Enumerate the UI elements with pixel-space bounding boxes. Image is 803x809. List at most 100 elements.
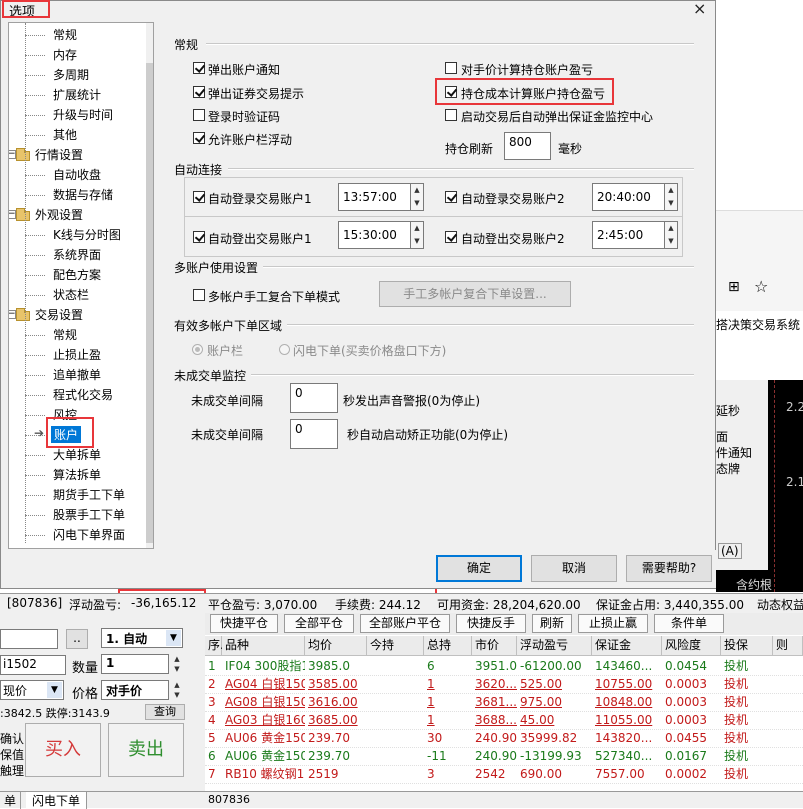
tab-order[interactable]: 单 — [0, 792, 22, 809]
tree-item[interactable]: 状态栏 — [53, 286, 89, 303]
checkbox-auto-login-2[interactable] — [445, 191, 457, 203]
ok-button[interactable]: 确定 — [436, 555, 522, 582]
status-available: 可用资金: 28,204,620.00 — [437, 598, 581, 612]
checkbox-cost-based-pl[interactable] — [445, 86, 457, 98]
close-icon[interactable]: × — [693, 0, 706, 18]
grid-header[interactable]: 今持 — [367, 636, 424, 656]
tree-item[interactable]: 升级与时间 — [53, 106, 113, 123]
tree-item[interactable]: 其他 — [53, 126, 77, 143]
order-code-input[interactable]: i1502 — [0, 655, 66, 675]
sell-button[interactable]: 卖出 — [108, 723, 184, 777]
tree-item[interactable]: 内存 — [53, 46, 77, 63]
qty-spinner[interactable]: ▲ ▼ — [170, 654, 184, 674]
tree-item[interactable]: 追单撤单 — [53, 366, 101, 383]
checkbox-auto-logout-2[interactable] — [445, 231, 457, 243]
tree-item[interactable]: 闪电下单界面 — [53, 526, 125, 543]
symbol-browse-button[interactable]: .. — [66, 629, 88, 649]
tree-item[interactable]: 多周期 — [53, 66, 89, 83]
spinner-auto-login-1[interactable]: ▲ ▼ — [410, 183, 424, 211]
input-auto-login-2-time[interactable]: 20:40:00 — [592, 183, 666, 211]
table-cell: 7557.00 — [595, 767, 645, 781]
quick-close-button[interactable]: 快捷平仓 — [210, 614, 278, 633]
checkbox-login-captcha[interactable] — [193, 109, 205, 121]
buy-button[interactable]: 买入 — [25, 723, 101, 777]
tree-collapse-icon[interactable]: − — [9, 210, 16, 219]
table-cell: AG08 白银1508 — [225, 695, 305, 709]
table-cell: 3681... — [475, 695, 517, 709]
grid-header[interactable]: 投保 — [721, 636, 773, 656]
spinner-auto-logout-1[interactable]: ▲ ▼ — [410, 221, 424, 249]
input-unfilled-interval-1[interactable]: 0 — [290, 383, 338, 413]
radio-account-bar[interactable] — [192, 344, 203, 355]
tree-item[interactable]: 程式化交易 — [53, 386, 113, 403]
order-symbol-input[interactable] — [0, 629, 58, 649]
spinner-auto-login-2[interactable]: ▲ ▼ — [664, 183, 678, 211]
grid-header[interactable]: 则 — [773, 636, 803, 656]
checkbox-auto-logout-1[interactable] — [193, 231, 205, 243]
scrollbar-thumb[interactable] — [146, 63, 153, 543]
input-position-refresh[interactable]: 800 — [504, 132, 551, 160]
tree-item[interactable]: 大单拆单 — [53, 446, 101, 463]
tree-item[interactable]: 系统界面 — [53, 246, 101, 263]
tree-item[interactable]: 常规 — [53, 326, 77, 343]
checkbox-margin-monitor[interactable] — [445, 109, 457, 121]
tree-item[interactable]: K线与分时图 — [53, 226, 121, 243]
checkbox-account-float[interactable] — [193, 132, 205, 144]
tab-lightning-order[interactable]: 闪电下单 — [26, 792, 88, 809]
close-all-button[interactable]: 全部平仓 — [284, 614, 354, 633]
cancel-button[interactable]: 取消 — [531, 555, 617, 582]
grid-header[interactable]: 品种 — [222, 636, 305, 656]
input-auto-logout-1-time[interactable]: 15:30:00 — [338, 221, 412, 249]
multi-account-settings-button[interactable]: 手工多帐户复合下单设置... — [379, 281, 571, 307]
checkbox-counter-price-pl[interactable] — [445, 62, 457, 74]
tree-item[interactable]: 风控 — [53, 406, 77, 423]
quick-reverse-button[interactable]: 快捷反手 — [456, 614, 526, 633]
tree-collapse-icon[interactable]: − — [9, 310, 16, 319]
tree-item[interactable]: 账户 — [51, 426, 82, 443]
input-auto-login-1-time[interactable]: 13:57:00 — [338, 183, 412, 211]
checkbox-auto-login-1[interactable] — [193, 191, 205, 203]
tree-item[interactable]: 止损止盈 — [53, 346, 101, 363]
help-button[interactable]: 需要帮助? — [626, 555, 712, 582]
settings-tree: 常规 内存 多周期 扩展统计 升级与时间 其他 − 行情设置 自动收盘 数据与存储 − 外观设置 K线与… — [8, 22, 154, 549]
tree-item[interactable]: 算法拆单 — [53, 466, 101, 483]
qty-input[interactable]: 1 — [101, 654, 169, 674]
tree-collapse-icon[interactable]: − — [9, 150, 16, 159]
tree-item[interactable]: 行情设置 — [35, 146, 83, 163]
tree-item[interactable]: 配色方案 — [53, 266, 101, 283]
tree-item[interactable]: 数据与存储 — [53, 186, 113, 203]
conditional-order-button[interactable]: 条件单 — [654, 614, 724, 633]
tree-item[interactable]: 常规 — [53, 26, 77, 43]
tree-item[interactable]: 交易设置 — [35, 306, 83, 323]
tree-item[interactable]: 外观设置 — [35, 206, 83, 223]
price-input[interactable]: 对手价 — [101, 680, 169, 700]
tree-scrollbar[interactable] — [146, 23, 153, 548]
stop-loss-button[interactable]: 止损止赢 — [578, 614, 648, 633]
input-auto-logout-2-time[interactable]: 2:45:00 — [592, 221, 666, 249]
spinner-auto-logout-2[interactable]: ▲ ▼ — [664, 221, 678, 249]
tree-item[interactable]: 自动收盘 — [53, 166, 101, 183]
table-cell: 1 — [208, 659, 216, 673]
tree-item[interactable]: 扩展统计 — [53, 86, 101, 103]
query-button[interactable]: 查询 — [145, 704, 185, 720]
checkbox-account-notify[interactable] — [193, 62, 205, 74]
input-unfilled-interval-2[interactable]: 0 — [290, 419, 338, 449]
checkbox-multi-account-mode[interactable] — [193, 289, 205, 301]
grid-header[interactable]: 风险度 — [662, 636, 721, 656]
status-account: [807836] — [7, 596, 63, 610]
grid-header[interactable]: 浮动盈亏 — [517, 636, 592, 656]
price-spinner[interactable]: ▲ ▼ — [170, 680, 184, 700]
checkbox-securities-prompt[interactable] — [193, 86, 205, 98]
tree-item[interactable]: 股票手工下单 — [53, 506, 125, 523]
grid-header[interactable]: 均价 — [305, 636, 367, 656]
table-cell: 3 — [208, 695, 216, 709]
grid-header[interactable]: 市价 — [472, 636, 517, 656]
bg-button[interactable]: (A) — [718, 543, 742, 559]
close-all-accounts-button[interactable]: 全部账户平仓 — [360, 614, 450, 633]
grid-header[interactable]: 总持 — [424, 636, 472, 656]
grid-header[interactable]: 保证金 — [592, 636, 662, 656]
refresh-button[interactable]: 刷新 — [532, 614, 572, 633]
grid-header[interactable]: 序... — [205, 636, 231, 656]
tree-item[interactable]: 期货手工下单 — [53, 486, 125, 503]
radio-lightning-order[interactable] — [279, 344, 290, 355]
